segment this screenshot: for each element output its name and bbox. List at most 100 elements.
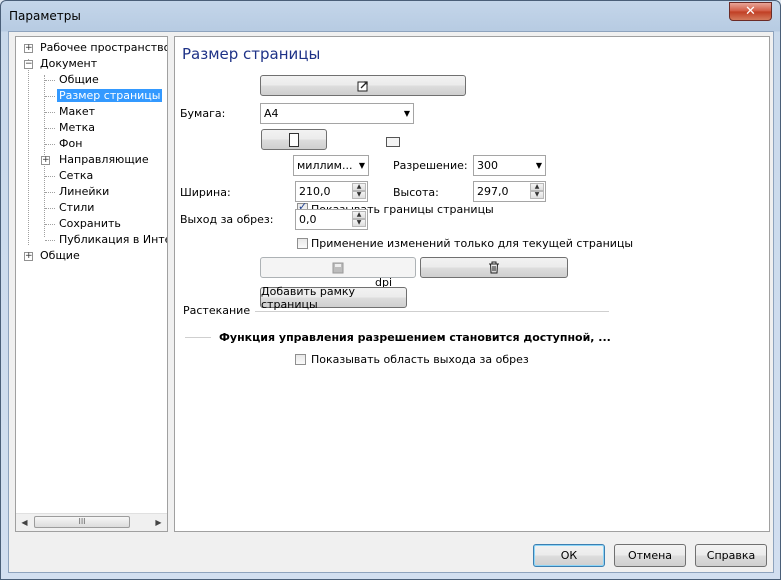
tree-item-label-settings[interactable]: Метка <box>59 120 95 136</box>
resolution-note: Функция управления разрешением становитс… <box>219 331 611 344</box>
page-title: Размер страницы <box>182 45 321 63</box>
tree-item-label: Направляющие <box>59 153 149 166</box>
spin-up-icon[interactable]: ▲ <box>352 183 366 191</box>
page-size-panel: Размер страницы Бумага: A4 ▼ миллим... ▼ <box>174 36 770 532</box>
chevron-down-icon: ▼ <box>535 161 542 170</box>
spin-up-icon[interactable]: ▲ <box>530 183 544 191</box>
section-separator <box>185 337 211 338</box>
width-spinbox[interactable]: 210,0 ▲ ▼ <box>295 181 368 202</box>
show-bleed-checkbox[interactable] <box>295 354 306 365</box>
portrait-orientation-button[interactable] <box>261 129 327 150</box>
expand-icon[interactable]: + <box>24 252 33 261</box>
spin-buttons: ▲ ▼ <box>530 183 544 200</box>
tree-item-label: Общие <box>59 73 99 86</box>
tree-line <box>45 144 55 145</box>
expand-icon[interactable]: + <box>24 44 33 53</box>
spin-buttons: ▲ ▼ <box>352 211 366 228</box>
resolution-label: Разрешение: <box>393 159 468 172</box>
rasterize-heading: Растекание <box>183 304 251 317</box>
tree-item-background[interactable]: Фон <box>59 136 82 152</box>
options-dialog: Параметры ✕ + Рабочее пространство − Док… <box>0 0 781 580</box>
tree-item-workspace[interactable]: + Рабочее пространство <box>22 40 168 56</box>
width-value: 210,0 <box>299 185 331 198</box>
ok-button[interactable]: ОК <box>533 544 605 567</box>
trash-icon <box>489 261 499 274</box>
tree-item-general[interactable]: Общие <box>59 72 99 88</box>
section-separator <box>255 311 609 312</box>
resolution-dropdown[interactable]: 300 ▼ <box>473 155 546 176</box>
save-page-size-button[interactable] <box>260 257 416 278</box>
tree-item-publish-web[interactable]: Публикация в Интерн <box>59 232 167 248</box>
spin-down-icon[interactable]: ▼ <box>352 219 366 227</box>
tree-item-grid[interactable]: Сетка <box>59 168 93 184</box>
spin-down-icon[interactable]: ▼ <box>530 191 544 199</box>
add-page-frame-label: Добавить рамку страницы <box>261 284 356 311</box>
chevron-down-icon: ▼ <box>358 161 365 170</box>
bleed-spinbox[interactable]: 0,0 ▲ ▼ <box>295 209 368 230</box>
tree-item-global[interactable]: + Общие <box>22 248 80 264</box>
tree-horizontal-scrollbar[interactable]: ◀ III ▶ <box>16 513 167 531</box>
paper-label: Бумага: <box>180 107 226 120</box>
tree-item-label: Метка <box>59 121 96 134</box>
tree-item-label: Сохранить <box>59 217 121 230</box>
bleed-value: 0,0 <box>299 213 317 226</box>
tree-item-label: Рабочее пространство <box>40 41 168 54</box>
save-icon <box>332 262 344 273</box>
tree-item-label: Фон <box>59 137 83 150</box>
tree-item-label: Публикация в Интерн <box>59 233 167 246</box>
tree-item-styles[interactable]: Стили <box>59 200 94 216</box>
tree-item-label: Сетка <box>59 169 94 182</box>
delete-page-size-button[interactable] <box>420 257 568 278</box>
paper-dropdown[interactable]: A4 ▼ <box>260 103 414 124</box>
scroll-right-icon[interactable]: ▶ <box>150 514 167 531</box>
spin-down-icon[interactable]: ▼ <box>352 191 366 199</box>
help-button[interactable]: Справка <box>695 544 767 567</box>
title-bar[interactable]: Параметры ✕ <box>1 1 780 31</box>
tree-item-layout[interactable]: Макет <box>59 104 95 120</box>
tree-item-save[interactable]: Сохранить <box>59 216 121 232</box>
collapse-icon[interactable]: − <box>24 60 33 69</box>
height-label: Высота: <box>393 186 439 199</box>
spin-up-icon[interactable]: ▲ <box>352 211 366 219</box>
help-label: Справка <box>706 549 756 562</box>
dialog-client-area: + Рабочее пространство − Документ Общие … <box>8 31 774 573</box>
tree-item-label: Документ <box>40 57 98 70</box>
tree-line <box>45 192 55 193</box>
tree-item-guides[interactable]: + Направляющие <box>41 152 149 168</box>
tree-item-page-size[interactable]: Размер страницы <box>57 88 163 104</box>
tree-item-label: Общие <box>40 249 80 262</box>
add-page-frame-button[interactable]: Добавить рамку страницы <box>260 284 407 311</box>
window-title: Параметры <box>9 9 81 23</box>
options-tree: + Рабочее пространство − Документ Общие … <box>15 36 168 532</box>
tree-line <box>45 240 55 241</box>
tree-item-document[interactable]: − Документ <box>22 56 97 72</box>
import-page-size-button[interactable] <box>260 75 466 96</box>
spin-buttons: ▲ ▼ <box>352 183 366 200</box>
tree-line <box>28 59 29 245</box>
height-spinbox[interactable]: 297,0 ▲ ▼ <box>473 181 546 202</box>
show-bleed-label: Показывать область выхода за обрез <box>311 353 529 366</box>
scroll-left-icon[interactable]: ◀ <box>16 514 33 531</box>
apply-current-page-checkbox[interactable] <box>297 238 308 249</box>
tree-item-rulers[interactable]: Линейки <box>59 184 109 200</box>
tree-line <box>45 176 55 177</box>
tree-line <box>45 208 55 209</box>
tree-item-label: Линейки <box>59 185 110 198</box>
expand-icon[interactable]: + <box>41 156 50 165</box>
height-value: 297,0 <box>477 185 509 198</box>
resolution-value: 300 <box>477 159 498 172</box>
tree-line <box>45 80 55 81</box>
tree-item-label: Стили <box>59 201 95 214</box>
scroll-thumb[interactable]: III <box>34 516 130 528</box>
tree-line <box>45 112 55 113</box>
close-button[interactable]: ✕ <box>729 2 772 21</box>
ok-label: ОК <box>560 549 578 562</box>
tree-item-label: Размер страницы <box>57 89 163 102</box>
units-dropdown[interactable]: миллим... ▼ <box>293 155 369 176</box>
units-value: миллим... <box>297 159 353 172</box>
landscape-icon[interactable] <box>386 137 400 147</box>
cancel-button[interactable]: Отмена <box>614 544 686 567</box>
width-label: Ширина: <box>180 186 231 199</box>
portrait-icon <box>289 132 299 147</box>
tree-line <box>45 224 55 225</box>
